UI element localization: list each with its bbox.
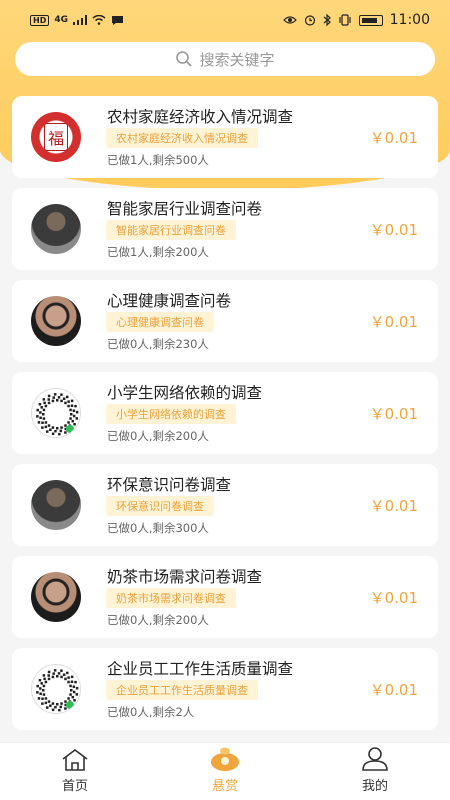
survey-title: 环保意识问卷调查 [107, 476, 232, 494]
status-time: 11:00 [389, 12, 430, 28]
vibrate-icon [339, 14, 351, 26]
survey-progress: 已做0人,剩余2人 [107, 705, 195, 719]
survey-card[interactable]: 小学生网络依赖的调查 小学生网络依赖的调查 已做0人,剩余200人 ￥0.01 [12, 372, 438, 454]
tab-home[interactable]: 首页 [0, 743, 150, 800]
survey-reward-price: ￥0.01 [369, 497, 418, 515]
tab-mine-label: 我的 [361, 779, 388, 794]
survey-title: 智能家居行业调查问卷 [107, 200, 263, 218]
survey-reward-price: ￥0.01 [369, 589, 418, 607]
tab-reward-label: 悬赏 [211, 779, 238, 794]
bluetooth-icon [323, 14, 331, 26]
survey-card[interactable]: 奶茶市场需求问卷调查 奶茶市场需求问卷调查 已做0人,剩余200人 ￥0.01 [12, 556, 438, 638]
survey-tag: 心理健康调查问卷 [106, 312, 214, 332]
qr-code-avatar-icon [31, 664, 81, 714]
hd-badge: HD [30, 14, 50, 26]
alarm-icon [304, 15, 315, 26]
tab-mine[interactable]: 我的 [300, 743, 450, 800]
survey-card[interactable]: 智能家居行业调查问卷 智能家居行业调查问卷 已做1人,剩余200人 ￥0.01 [12, 188, 438, 270]
status-bar: HD 4G 11:00 [0, 0, 450, 40]
tab-home-label: 首页 [61, 779, 88, 794]
survey-reward-price: ￥0.01 [369, 681, 418, 699]
status-right: 11:00 [282, 12, 430, 28]
survey-tag: 农村家庭经济收入情况调查 [106, 128, 258, 148]
survey-progress: 已做1人,剩余500人 [107, 153, 209, 167]
network-label: 4G [54, 15, 68, 25]
reward-bag-icon [211, 747, 239, 771]
battery-icon [358, 14, 383, 26]
user-avatar [31, 572, 81, 622]
signal-icon [73, 15, 87, 25]
survey-list: 福农村家庭经济收入情况调查 农村家庭经济收入情况调查 已做1人,剩余500人 ￥0.0… [12, 96, 438, 740]
survey-progress: 已做0人,剩余200人 [107, 613, 209, 627]
wifi-icon [92, 15, 106, 25]
survey-reward-price: ￥0.01 [369, 129, 418, 147]
survey-title: 心理健康调查问卷 [107, 292, 232, 310]
qr-code-avatar-icon [31, 388, 81, 438]
survey-title: 企业员工工作生活质量调查 [107, 660, 294, 678]
survey-title: 农村家庭经济收入情况调查 [107, 108, 294, 126]
survey-progress: 已做0人,剩余300人 [107, 521, 209, 535]
search-bar[interactable]: 搜索关键字 [15, 42, 435, 76]
eye-icon [282, 16, 297, 24]
survey-card[interactable]: 福农村家庭经济收入情况调查 农村家庭经济收入情况调查 已做1人,剩余500人 ￥0.0… [12, 96, 438, 178]
search-placeholder: 搜索关键字 [199, 50, 275, 69]
survey-card[interactable]: 环保意识问卷调查 环保意识问卷调查已做0人,剩余300人 ￥0.01 [12, 464, 438, 546]
survey-title: 小学生网络依赖的调查 [107, 384, 263, 402]
survey-reward-price: ￥0.01 [369, 221, 418, 239]
fu-avatar-icon: 福 [31, 112, 81, 162]
user-avatar [31, 296, 81, 346]
survey-tag: 智能家居行业调查问卷 [106, 220, 236, 240]
bottom-tab-bar: 首页 悬赏 我的 [0, 742, 450, 800]
avatar-fu-text: 福 [43, 123, 68, 151]
user-icon [362, 747, 388, 771]
survey-card[interactable]: 企业员工工作生活质量调查 企业员工工作生活质量调查 已做0人,剩余2人 ￥0.01 [12, 648, 438, 730]
message-icon [112, 15, 123, 25]
survey-progress: 已做0人,剩余200人 [107, 429, 209, 443]
survey-progress: 已做0人,剩余230人 [107, 337, 209, 351]
tab-reward[interactable]: 悬赏 [150, 743, 300, 800]
survey-card[interactable]: 心理健康调查问卷 心理健康调查问卷已做0人,剩余230人 ￥0.01 [12, 280, 438, 362]
status-left: HD 4G [30, 14, 124, 26]
search-icon [176, 51, 193, 67]
survey-tag: 小学生网络依赖的调查 [106, 404, 236, 424]
survey-reward-price: ￥0.01 [369, 405, 418, 423]
survey-title: 奶茶市场需求问卷调查 [107, 568, 263, 586]
user-avatar [31, 480, 81, 530]
user-avatar [31, 204, 81, 254]
home-icon [62, 749, 88, 771]
survey-tag: 环保意识问卷调查 [106, 496, 214, 516]
survey-progress: 已做1人,剩余200人 [107, 245, 209, 259]
survey-reward-price: ￥0.01 [369, 313, 418, 331]
survey-tag: 企业员工工作生活质量调查 [106, 680, 258, 700]
survey-tag: 奶茶市场需求问卷调查 [106, 588, 236, 608]
